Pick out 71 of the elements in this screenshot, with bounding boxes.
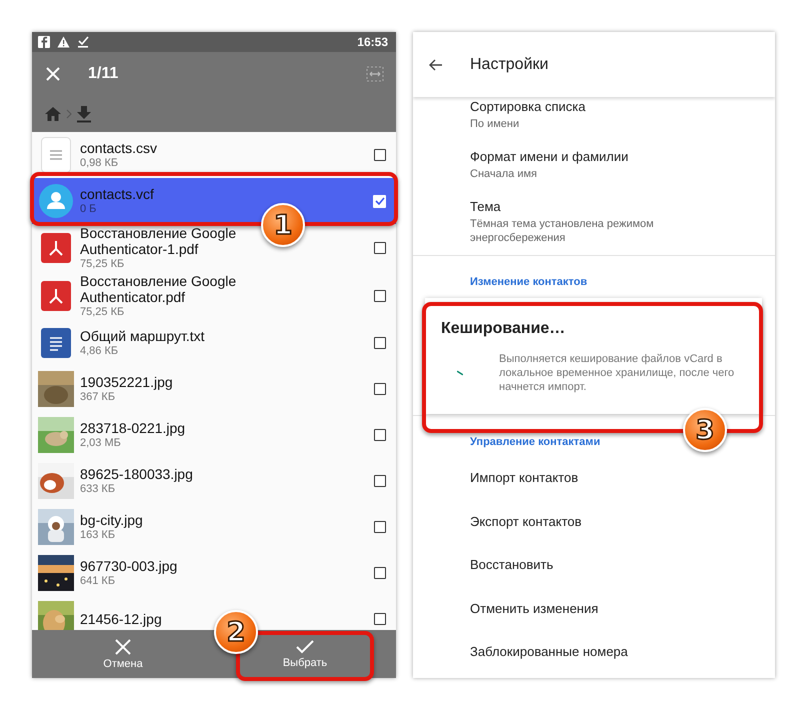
pdf-icon	[41, 233, 71, 263]
status-time: 16:53	[357, 35, 388, 49]
file-name: Общий маршрут.txt	[80, 328, 206, 344]
checkbox[interactable]	[374, 149, 386, 161]
checkbox[interactable]	[374, 613, 386, 625]
document-icon	[41, 137, 71, 173]
file-name: 21456-12.jpg	[80, 611, 163, 627]
pdf-icon	[41, 281, 71, 311]
file-size: 633 КБ	[80, 482, 116, 496]
download-done-icon	[77, 36, 89, 48]
setting-title: Тема	[470, 199, 502, 215]
checkbox[interactable]	[374, 337, 386, 349]
file-size: 75,25 КБ	[80, 257, 126, 271]
dialog-message: Выполняется кеширование файлов vCard в локальное временное хранилище, после чего начнется импорт.	[499, 352, 736, 394]
dialog-title: Кеширование…	[441, 320, 566, 338]
check-icon	[374, 197, 384, 205]
home-icon[interactable]	[44, 106, 62, 122]
checkbox[interactable]	[373, 194, 386, 208]
file-size: 163 КБ	[80, 528, 116, 542]
settings-item[interactable]: Восстановить	[470, 557, 554, 572]
file-size: 75,25 КБ	[80, 305, 126, 319]
setting-value: Сначала имя	[470, 167, 538, 181]
setting-value: По имени	[470, 117, 520, 131]
settings-item[interactable]: Импорт контактов	[470, 470, 578, 486]
file-size: 4,86 КБ	[80, 344, 120, 358]
select-button[interactable]: Выбрать	[276, 636, 334, 672]
checkbox[interactable]	[374, 242, 386, 254]
checkbox[interactable]	[374, 567, 386, 579]
back-icon[interactable]	[429, 58, 443, 70]
contact-icon	[39, 184, 73, 218]
setting-title: Формат имени и фамилии	[470, 149, 630, 165]
file-name: 967730-003.jpg	[80, 558, 178, 574]
file-size: 367 КБ	[80, 390, 116, 404]
cancel-button[interactable]: Отмена	[97, 634, 149, 674]
settings-item[interactable]: Сортировка списка По имени	[413, 97, 775, 141]
checkbox[interactable]	[374, 290, 386, 302]
file-size: 641 КБ	[80, 574, 116, 588]
file-size: 2,03 МБ	[80, 436, 122, 450]
settings-item[interactable]: Тема Тёмная тема установлена режимом энергосбережения	[413, 191, 775, 255]
file-name: 190352221.jpg	[80, 374, 174, 390]
screen-title: Настройки	[470, 56, 548, 74]
checkbox[interactable]	[374, 475, 386, 487]
selection-counter: 1/11	[88, 65, 120, 83]
text-file-icon	[41, 328, 71, 358]
checkbox[interactable]	[374, 429, 386, 441]
file-name: contacts.vcf	[80, 186, 155, 202]
file-name: 283718-0221.jpg	[80, 420, 186, 436]
warning-icon	[57, 36, 70, 48]
file-name: bg-city.jpg	[80, 512, 144, 528]
social-app-icon	[38, 36, 50, 48]
chevron-icon	[66, 109, 72, 119]
checkbox[interactable]	[374, 383, 386, 395]
download-icon[interactable]	[76, 105, 92, 123]
settings-item[interactable]: Экспорт контактов	[470, 514, 582, 529]
settings-item[interactable]: Формат имени и фамилии Сначала имя	[413, 141, 775, 191]
settings-item[interactable]: Отменить изменения	[470, 600, 598, 616]
settings-item[interactable]: Заблокированные номера	[470, 644, 628, 660]
check-icon	[296, 640, 314, 654]
file-name: 89625-180033.jpg	[80, 466, 194, 482]
section-header: Изменение контактов	[413, 255, 775, 296]
close-icon	[115, 638, 131, 654]
file-name: Восстановление Google Authenticator.pdf	[80, 273, 238, 305]
file-name: contacts.csv	[80, 140, 158, 156]
close-icon[interactable]	[46, 67, 60, 81]
checkbox[interactable]	[374, 521, 386, 533]
progress-spinner-icon	[457, 369, 463, 377]
file-size: 0,98 КБ	[80, 156, 120, 170]
setting-value: Тёмная тема установлена режимом энергосбережения	[470, 217, 655, 245]
file-size: 0 Б	[80, 202, 98, 216]
file-name: Восстановление Google Authenticator-1.pdf	[80, 225, 238, 257]
setting-title: Сортировка списка	[470, 99, 586, 115]
